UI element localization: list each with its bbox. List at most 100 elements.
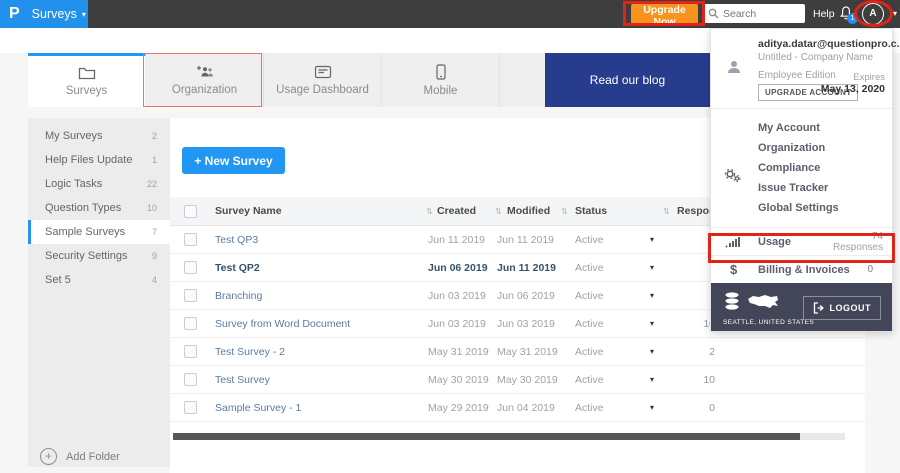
survey-name-link[interactable]: Test QP2 [215, 254, 260, 282]
product-switcher[interactable]: P Surveys ▾ [0, 0, 88, 28]
folder-icon [78, 67, 95, 80]
tab-label: Mobile [423, 84, 458, 97]
select-all-checkbox[interactable] [184, 205, 197, 218]
menu-item-organization[interactable]: Organization [711, 138, 892, 158]
col-modified[interactable]: Modified [507, 197, 550, 226]
sidebar-item-question-types[interactable]: Question Types 10 [28, 196, 170, 220]
status-caret-icon[interactable]: ▾ [650, 254, 654, 282]
account-footer: SEATTLE, UNITED STATES LOGOUT [711, 283, 892, 331]
status-value: Active [575, 290, 604, 302]
notification-badge: 1 [847, 13, 858, 24]
folders-sidebar: My Surveys 2 Help Files Update 1 Logic T… [28, 118, 170, 467]
logout-button[interactable]: LOGOUT [802, 296, 881, 320]
app-menu-label[interactable]: Surveys [32, 7, 77, 21]
survey-name-link[interactable]: Test Survey [215, 366, 270, 394]
questionpro-logo: P [9, 5, 20, 22]
survey-name-link[interactable]: Survey from Word Document [215, 310, 350, 338]
expiry-block: Expires May 13, 2020 [821, 72, 885, 95]
chevron-down-icon: ▾ [81, 9, 86, 19]
search-box[interactable] [703, 4, 805, 23]
modified-date: May 30 2019 [497, 374, 558, 386]
created-date: Jun 03 2019 [428, 290, 486, 302]
sort-icon[interactable]: ⇅ [426, 197, 433, 226]
datacenter-location: SEATTLE, UNITED STATES [723, 319, 815, 326]
sidebar-item-label: Sample Surveys [45, 226, 126, 238]
survey-name-link[interactable]: Test QP3 [215, 226, 258, 254]
tab-organization[interactable]: Organization [146, 53, 264, 107]
sidebar-item-set-5[interactable]: Set 5 4 [28, 268, 170, 292]
usage-unit: Responses [832, 242, 883, 253]
usage-label: Usage [758, 236, 792, 248]
status-caret-icon[interactable]: ▾ [650, 282, 654, 310]
scrollbar-thumb[interactable] [173, 433, 800, 440]
avatar[interactable]: A [862, 3, 884, 25]
col-created[interactable]: Created [437, 197, 476, 226]
status-value: Active [575, 262, 604, 274]
sort-icon[interactable]: ⇅ [663, 197, 670, 226]
row-checkbox[interactable] [184, 344, 197, 358]
sidebar-item-my-surveys[interactable]: My Surveys 2 [28, 124, 170, 148]
bar-chart-icon [725, 237, 740, 248]
horizontal-scrollbar[interactable] [173, 433, 845, 440]
sidebar-item-count: 4 [151, 275, 157, 285]
expires-label: Expires [853, 72, 885, 83]
created-date: Jun 03 2019 [428, 318, 486, 330]
created-date: May 31 2019 [428, 346, 489, 358]
status-caret-icon[interactable]: ▾ [650, 394, 654, 422]
menu-item-my-account[interactable]: My Account [711, 118, 892, 138]
modified-date: Jun 06 2019 [497, 290, 555, 302]
tab-usage-dashboard[interactable]: Usage Dashboard [264, 53, 382, 107]
sort-icon[interactable]: ⇅ [495, 197, 502, 226]
tab-label: Organization [171, 83, 238, 96]
sidebar-item-count: 10 [146, 203, 157, 213]
search-input[interactable] [723, 7, 801, 20]
logout-label: LOGOUT [829, 303, 871, 313]
logout-icon [813, 302, 824, 314]
row-checkbox[interactable] [184, 288, 197, 302]
menu-item-billing-invoices[interactable]: $ Billing & Invoices 0 [711, 256, 892, 283]
row-checkbox[interactable] [184, 400, 197, 414]
survey-name-link[interactable]: Branching [215, 282, 262, 310]
modified-date: Jun 04 2019 [497, 402, 555, 414]
add-folder-button[interactable]: + Add Folder [40, 448, 120, 465]
status-caret-icon[interactable]: ▾ [650, 226, 654, 254]
row-checkbox[interactable] [184, 372, 197, 386]
survey-name-link[interactable]: Sample Survey - 1 [215, 394, 301, 422]
status-caret-icon[interactable]: ▾ [650, 366, 654, 394]
table-row: Sample Survey - 1 May 29 2019 Jun 04 201… [170, 394, 865, 422]
row-checkbox[interactable] [184, 316, 197, 330]
search-icon [708, 8, 719, 19]
sidebar-item-security-settings[interactable]: Security Settings 9 [28, 244, 170, 268]
sidebar-item-logic-tasks[interactable]: Logic Tasks 22 [28, 172, 170, 196]
new-survey-button[interactable]: + New Survey [182, 147, 285, 174]
sort-icon[interactable]: ⇅ [561, 197, 568, 226]
col-survey-name[interactable]: Survey Name [215, 197, 282, 226]
dashboard-icon [314, 65, 331, 78]
status-value: Active [575, 374, 604, 386]
sidebar-item-label: Set 5 [45, 274, 71, 286]
status-value: Active [575, 318, 604, 330]
table-row: Test Survey May 30 2019 May 30 2019 Acti… [170, 366, 865, 394]
read-our-blog-button[interactable]: Read our blog [545, 53, 710, 107]
plus-circle-icon: + [40, 448, 57, 465]
menu-item-global-settings[interactable]: Global Settings [711, 198, 892, 218]
tab-surveys[interactable]: Surveys [28, 53, 146, 107]
help-link[interactable]: Help [813, 8, 835, 20]
account-company: Untitled - Company Name [758, 52, 874, 63]
menu-item-usage[interactable]: Usage 74 Responses [711, 228, 892, 256]
upgrade-now-button[interactable]: Upgrade Now [631, 4, 698, 28]
sidebar-item-help-files-update[interactable]: Help Files Update 1 [28, 148, 170, 172]
tab-mobile[interactable]: Mobile [382, 53, 500, 107]
status-caret-icon[interactable]: ▾ [650, 338, 654, 366]
survey-name-link[interactable]: Test Survey - 2 [215, 338, 285, 366]
status-value: Active [575, 234, 604, 246]
col-status[interactable]: Status [575, 197, 607, 226]
sidebar-item-label: My Surveys [45, 130, 103, 142]
row-checkbox[interactable] [184, 260, 197, 274]
row-checkbox[interactable] [184, 232, 197, 246]
status-value: Active [575, 346, 604, 358]
account-dropdown: aditya.datar@questionpro.c... Untitled -… [710, 28, 900, 332]
status-caret-icon[interactable]: ▾ [650, 310, 654, 338]
sidebar-item-sample-surveys[interactable]: Sample Surveys 7 [28, 220, 170, 244]
person-icon [728, 61, 740, 73]
